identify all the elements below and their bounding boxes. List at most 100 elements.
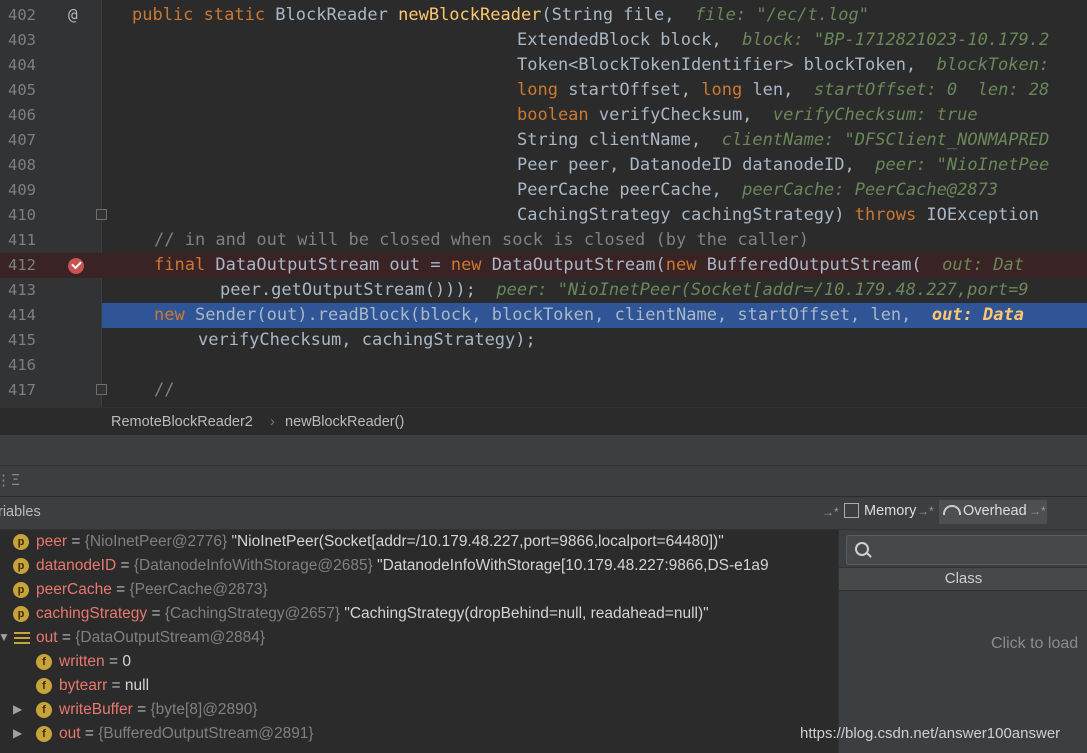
code-line-414[interactable]: 414 new Sender(out).readBlock(block, blo… <box>0 303 1087 328</box>
line-number: 404 <box>8 56 36 74</box>
parameter-icon: p <box>13 606 29 622</box>
variable-name: written <box>59 653 105 670</box>
expand-right-icon[interactable]: ▶ <box>13 702 22 716</box>
code-text: Token<BlockTokenIdentifier> blockToken, … <box>517 55 1050 75</box>
variable-row[interactable]: ▶ f writeBuffer = {byte[8]@2890} <box>0 698 838 722</box>
code-line-403[interactable]: 403 ExtendedBlock block, block: "BP-1712… <box>0 28 1087 53</box>
code-line-408[interactable]: 408 Peer peer, DatanodeID datanodeID, pe… <box>0 153 1087 178</box>
variable-row[interactable]: p peerCache = {PeerCache@2873} <box>0 578 838 602</box>
variable-row[interactable]: p cachingStrategy = {CachingStrategy@265… <box>0 602 838 626</box>
variable-row[interactable]: f written = 0 <box>0 650 838 674</box>
breadcrumb: RemoteBlockReader2 › newBlockReader() <box>0 407 1087 436</box>
variable-row[interactable]: p datanodeID = {DatanodeInfoWithStorage@… <box>0 554 838 578</box>
code-text: Peer peer, DatanodeID datanodeID, peer: … <box>517 155 1050 175</box>
variable-name: cachingStrategy <box>36 605 148 622</box>
line-number: 405 <box>8 81 36 99</box>
line-number: 407 <box>8 131 36 149</box>
code-line-417[interactable]: 417 // <box>0 378 1087 403</box>
class-search-input[interactable] <box>875 540 1079 558</box>
fold-marker-icon[interactable] <box>96 209 107 220</box>
code-text: public static BlockReader newBlockReader… <box>132 5 869 25</box>
pin-icon[interactable]: →* <box>917 504 934 518</box>
tab-memory[interactable]: Memory →* <box>842 500 937 524</box>
variables-header: riables →* Memory →* Overhead →* <box>0 497 1087 530</box>
code-line-406[interactable]: 406 boolean verifyChecksum, verifyChecks… <box>0 103 1087 128</box>
tab-overhead[interactable]: Overhead →* <box>939 500 1047 524</box>
code-line-402[interactable]: 402 @ public static BlockReader newBlock… <box>0 3 1087 28</box>
variable-name: peerCache <box>36 581 112 598</box>
line-number: 414 <box>8 306 36 324</box>
variable-type: {DataOutputStream@2884} <box>75 629 266 646</box>
code-text: peer.getOutputStream())); peer: "NioInet… <box>220 280 1029 300</box>
breakpoint-icon[interactable] <box>68 258 84 274</box>
variables-tree[interactable]: p peer = {NioInetPeer@2776} "NioInetPeer… <box>0 530 838 753</box>
code-line-412[interactable]: 412 final DataOutputStream out = new Dat… <box>0 253 1087 278</box>
code-line-405[interactable]: 405 long startOffset, long len, startOff… <box>0 78 1087 103</box>
frames-list-icon[interactable]: ⋮Ξ <box>0 471 20 489</box>
code-line-407[interactable]: 407 String clientName, clientName: "DFSC… <box>0 128 1087 153</box>
variable-row[interactable]: p peer = {NioInetPeer@2776} "NioInetPeer… <box>0 530 838 554</box>
variable-row[interactable]: f bytearr = null <box>0 674 838 698</box>
line-number: 412 <box>8 256 36 274</box>
line-number: 413 <box>8 281 36 299</box>
tab-overhead-label: Overhead <box>963 503 1027 519</box>
debug-tool-window-header <box>0 435 1087 466</box>
gauge-icon <box>943 505 961 515</box>
class-search-box[interactable] <box>846 535 1087 565</box>
breadcrumb-separator-icon: › <box>270 414 275 430</box>
code-text: boolean verifyChecksum, verifyChecksum: … <box>517 105 978 125</box>
tab-memory-label: Memory <box>864 503 917 519</box>
breadcrumb-class[interactable]: RemoteBlockReader2 <box>111 414 253 430</box>
code-line-410[interactable]: 410 CachingStrategy cachingStrategy) thr… <box>0 203 1087 228</box>
variables-title: riables <box>0 504 41 520</box>
code-text: ExtendedBlock block, block: "BP-17128210… <box>517 30 1050 50</box>
variable-type: {byte[8]@2890} <box>150 701 258 718</box>
code-text: CachingStrategy cachingStrategy) throws … <box>517 205 1040 225</box>
code-line-409[interactable]: 409 PeerCache peerCache, peerCache: Peer… <box>0 178 1087 203</box>
variable-type: {PeerCache@2873} <box>129 581 268 598</box>
expand-right-icon[interactable]: ▶ <box>13 726 22 740</box>
variable-row[interactable]: ▼ out = {DataOutputStream@2884} <box>0 626 838 650</box>
line-number: 406 <box>8 106 36 124</box>
override-annotation-icon[interactable]: @ <box>68 5 78 24</box>
code-line-413[interactable]: 413 peer.getOutputStream())); peer: "Nio… <box>0 278 1087 303</box>
expand-down-icon[interactable]: ▼ <box>0 630 10 644</box>
code-text: String clientName, clientName: "DFSClien… <box>517 130 1050 150</box>
field-icon: f <box>36 654 52 670</box>
variable-value: "NioInetPeer(Socket[addr=/10.179.48.227,… <box>231 533 724 550</box>
code-line-416[interactable]: 416 <box>0 353 1087 378</box>
inline-value-hint: blockToken: <box>936 55 1050 75</box>
code-line-415[interactable]: 415 verifyChecksum, cachingStrategy); <box>0 328 1087 353</box>
variable-type: {BufferedOutputStream@2891} <box>98 725 314 742</box>
search-icon <box>855 542 869 556</box>
code-comment: // in and out will be closed when sock i… <box>154 230 810 250</box>
line-number: 411 <box>8 231 36 249</box>
pin-icon[interactable]: →* <box>822 505 839 519</box>
code-line-404[interactable]: 404 Token<BlockTokenIdentifier> blockTok… <box>0 53 1087 78</box>
line-number: 403 <box>8 31 36 49</box>
pin-icon[interactable]: →* <box>1029 504 1046 518</box>
variable-value: 0 <box>122 653 131 670</box>
breadcrumb-method[interactable]: newBlockReader() <box>285 414 404 430</box>
parameter-icon: p <box>13 558 29 574</box>
code-line-411[interactable]: 411 // in and out will be closed when so… <box>0 228 1087 253</box>
code-comment: // <box>154 380 175 400</box>
variable-name: peer <box>36 533 68 550</box>
line-number: 415 <box>8 331 36 349</box>
code-text: new Sender(out).readBlock(block, blockTo… <box>154 305 1024 325</box>
variable-value: null <box>124 677 150 694</box>
field-icon: f <box>36 678 52 694</box>
variable-name: out <box>59 725 81 742</box>
line-number: 408 <box>8 156 36 174</box>
fold-marker-icon[interactable] <box>96 384 107 395</box>
inline-value-hint: clientName: "DFSClient_NONMAPRED <box>721 130 1050 150</box>
inline-value-hint: peer: "NioInetPee <box>875 155 1050 175</box>
code-editor[interactable]: 402 @ public static BlockReader newBlock… <box>0 0 1087 407</box>
parameter-icon: p <box>13 534 29 550</box>
variable-name: datanodeID <box>36 557 117 574</box>
variable-row[interactable]: ▶ f out = {BufferedOutputStream@2891} <box>0 722 838 746</box>
variable-type: {DatanodeInfoWithStorage@2685} <box>133 557 373 574</box>
line-number: 402 <box>8 6 36 24</box>
class-column-header[interactable]: Class <box>839 567 1087 591</box>
click-to-load-link[interactable]: Click to load <box>991 635 1078 653</box>
